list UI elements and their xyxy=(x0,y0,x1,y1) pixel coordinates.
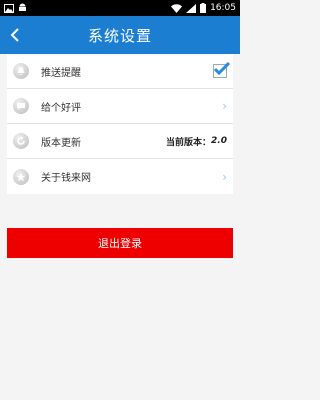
settings-item-label: 给个好评 xyxy=(41,102,81,114)
chevron-left-icon xyxy=(10,28,19,42)
status-time: 16:05 xyxy=(210,3,236,13)
wifi-icon xyxy=(171,3,183,13)
cell-signal-icon xyxy=(186,3,197,13)
settings-item-label: 版本更新 xyxy=(41,137,81,149)
current-version: 当前版本： 2.0 xyxy=(166,135,227,148)
checkmark-icon xyxy=(214,62,230,76)
status-bar-right: 16:05 xyxy=(171,3,236,13)
settings-item-label: 关于钱来网 xyxy=(41,173,91,184)
image-notification-icon xyxy=(4,3,14,13)
bell-icon xyxy=(13,63,29,79)
settings-item-push-notifications[interactable]: 推送提醒 xyxy=(7,54,233,89)
status-bar-left xyxy=(4,3,27,13)
refresh-icon xyxy=(13,133,29,149)
settings-item-about[interactable]: 关于钱来网 › xyxy=(7,159,233,194)
settings-item-version-update[interactable]: 版本更新 当前版本： 2.0 xyxy=(7,124,233,159)
nav-bar: 系统设置 xyxy=(0,16,240,54)
back-button[interactable] xyxy=(0,16,30,54)
android-icon xyxy=(18,3,27,13)
logout-button[interactable]: 退出登录 xyxy=(7,228,233,258)
chevron-right-icon: › xyxy=(222,99,227,113)
status-bar: 16:05 xyxy=(0,0,240,16)
star-icon xyxy=(13,168,29,185)
current-version-number: 2.0 xyxy=(211,136,227,146)
settings-list: 推送提醒 给个好评 › 版本更新 当前版本： 2.0 关于钱来网 › xyxy=(7,54,233,194)
comment-icon xyxy=(13,98,29,114)
settings-item-rate-app[interactable]: 给个好评 › xyxy=(7,89,233,124)
page-title: 系统设置 xyxy=(87,26,152,45)
current-version-label: 当前版本： xyxy=(166,137,212,148)
battery-icon xyxy=(200,3,207,13)
push-notifications-checkbox[interactable] xyxy=(213,62,230,78)
settings-item-label: 推送提醒 xyxy=(41,67,81,79)
chevron-right-icon: › xyxy=(222,169,227,184)
